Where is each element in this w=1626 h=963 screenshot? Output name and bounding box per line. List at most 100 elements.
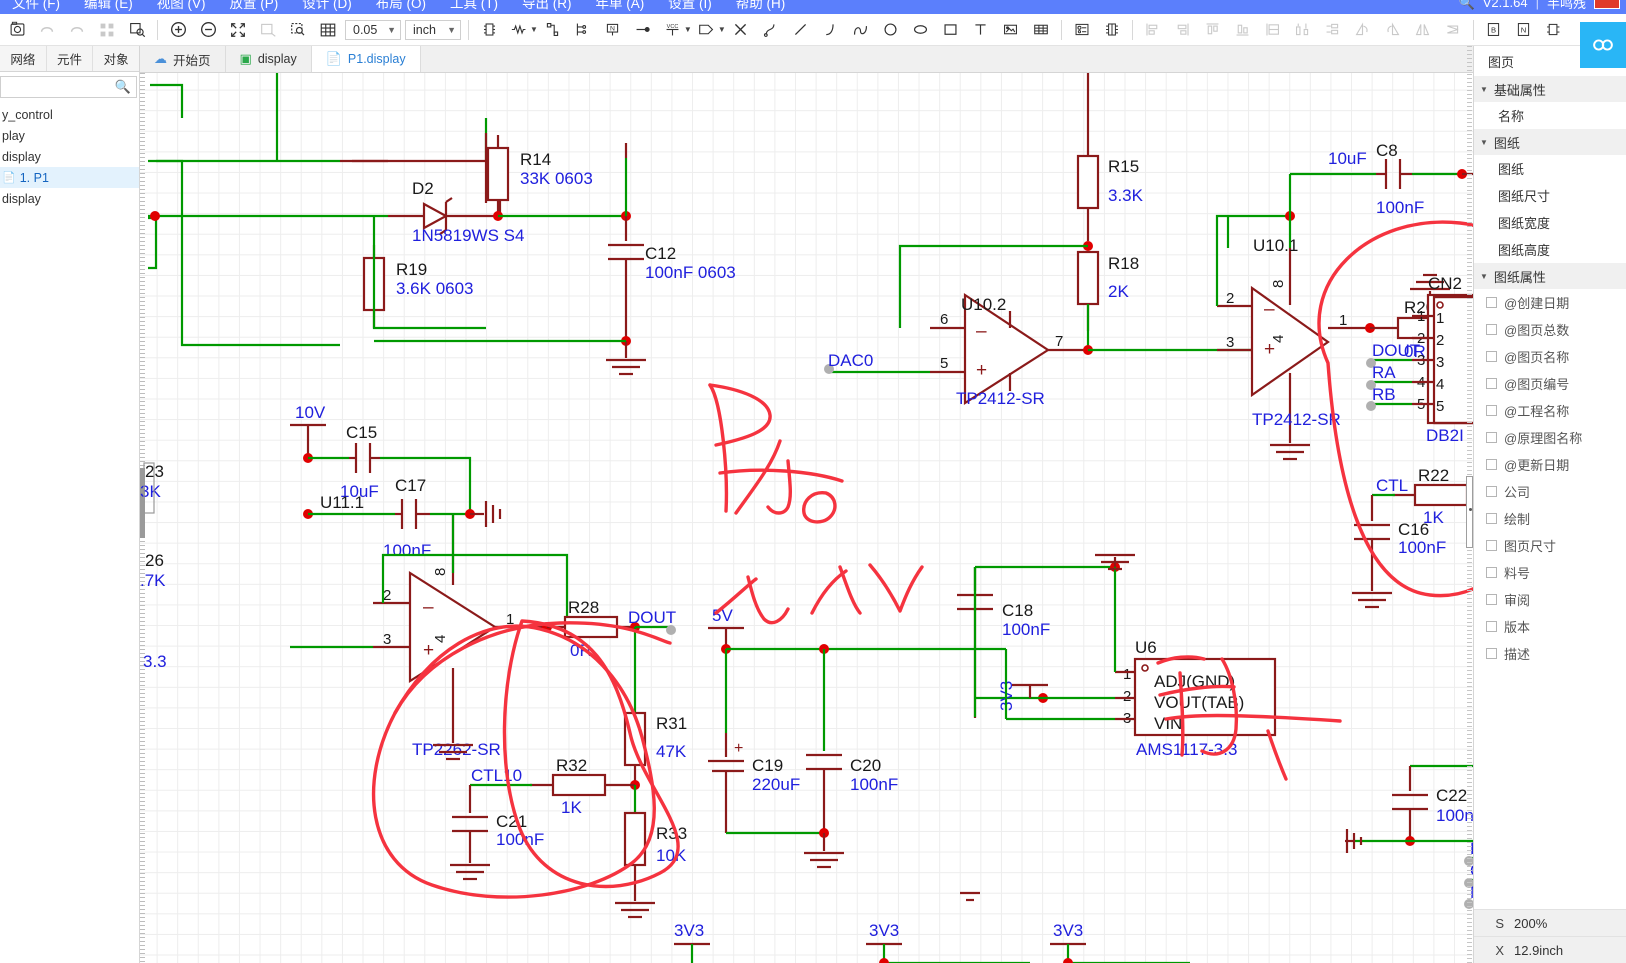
power-symbol-3V3-b2[interactable]: 3V3 xyxy=(866,921,902,963)
unit-select[interactable]: inch ▼ xyxy=(405,19,461,40)
grid-size-select[interactable]: 0.05 ▼ xyxy=(345,19,401,40)
search-input[interactable]: 🔍 xyxy=(0,76,137,98)
window-close-button[interactable] xyxy=(1594,0,1620,9)
edit-footprint-icon[interactable] xyxy=(1097,16,1127,44)
checkbox-box[interactable] xyxy=(1486,540,1497,551)
component-C12[interactable]: C12 100nF 0603 xyxy=(608,216,736,341)
checkbox-box[interactable] xyxy=(1486,405,1497,416)
draw-ellipse-icon[interactable] xyxy=(906,16,936,44)
draw-curve-icon[interactable] xyxy=(846,16,876,44)
undo-button[interactable] xyxy=(32,16,62,44)
checkbox-box[interactable] xyxy=(1486,486,1497,497)
insert-table-icon[interactable] xyxy=(1026,16,1056,44)
component-R15[interactable]: R15 3.3K xyxy=(1076,73,1144,241)
tree-item-2[interactable]: display xyxy=(0,146,139,167)
align-center-h-icon[interactable] xyxy=(1258,16,1288,44)
zoom-selection-button[interactable] xyxy=(253,16,283,44)
menu-item-design[interactable]: 设计 (D) xyxy=(290,0,364,14)
checkbox-page-size[interactable]: 图页尺寸 xyxy=(1474,532,1626,559)
component-R19[interactable]: R19 3.6K 0603 xyxy=(362,245,474,328)
section-header-sheet-props[interactable]: ▼ 图纸属性 xyxy=(1474,263,1626,289)
mirror-v-icon[interactable] xyxy=(1438,16,1468,44)
chevron-down-icon[interactable]: ▼ xyxy=(684,25,692,34)
tree-item-p1[interactable]: 📄 1. P1 xyxy=(0,167,139,188)
checkbox-description[interactable]: 描述 xyxy=(1474,640,1626,667)
property-name[interactable]: 名称 xyxy=(1474,102,1626,129)
power-symbol-5V[interactable]: 5V xyxy=(708,606,744,645)
redo-button[interactable] xyxy=(62,16,92,44)
tab-start-page[interactable]: ☁ 开始页 xyxy=(140,46,226,72)
checkbox-version[interactable]: 版本 xyxy=(1474,613,1626,640)
checkbox-drawn-by[interactable]: 绘制 xyxy=(1474,505,1626,532)
section-header-basic[interactable]: ▼ 基础属性 xyxy=(1474,76,1626,102)
select-similar-button[interactable] xyxy=(92,16,122,44)
pcb-convert-icon[interactable] xyxy=(1539,16,1569,44)
distribute-v-icon[interactable] xyxy=(1318,16,1348,44)
draw-circle-icon[interactable] xyxy=(876,16,906,44)
insert-image-icon[interactable] xyxy=(996,16,1026,44)
menu-item-tools[interactable]: 工具 (T) xyxy=(438,0,510,14)
checkbox-create-date[interactable]: @创建日期 xyxy=(1474,289,1626,316)
menu-item-bom[interactable]: 年单 (A) xyxy=(584,0,657,14)
checkbox-box[interactable] xyxy=(1486,513,1497,524)
draw-text-icon[interactable] xyxy=(966,16,996,44)
place-component-icon[interactable] xyxy=(474,16,504,44)
component-C22[interactable]: C22 100nF xyxy=(1392,766,1473,841)
checkbox-schematic-name[interactable]: @原理图名称 xyxy=(1474,424,1626,451)
bom-export-icon[interactable]: B xyxy=(1479,16,1509,44)
zoom-in-button[interactable] xyxy=(163,16,193,44)
mirror-h-icon[interactable] xyxy=(1408,16,1438,44)
menu-item-place[interactable]: 放置 (P) xyxy=(218,0,291,14)
menu-item-help[interactable]: 帮助 (H) xyxy=(724,0,798,14)
find-button[interactable] xyxy=(122,16,152,44)
schematic-canvas[interactable]: R14 33K 0603 D2 1N5819WS S4 R19 3.6K 060… xyxy=(140,73,1473,963)
netlabel-DAC0[interactable]: DAC0 xyxy=(824,351,930,374)
checkbox-review[interactable]: 审阅 xyxy=(1474,586,1626,613)
power-symbol-3V3-b1[interactable]: 3V3 xyxy=(674,921,710,963)
align-top-icon[interactable] xyxy=(1198,16,1228,44)
place-nocheck-icon[interactable] xyxy=(726,16,756,44)
checkbox-page-total[interactable]: @图页总数 xyxy=(1474,316,1626,343)
rotate-right-icon[interactable] xyxy=(1378,16,1408,44)
checkbox-box[interactable] xyxy=(1486,432,1497,443)
section-header-sheet[interactable]: ▼ 图纸 xyxy=(1474,129,1626,155)
tab-p1-display[interactable]: 📄 P1.display xyxy=(311,46,421,72)
menu-item-view[interactable]: 视图 (V) xyxy=(145,0,218,14)
checkbox-box[interactable] xyxy=(1486,378,1497,389)
menu-item-edit[interactable]: 编辑 (E) xyxy=(72,0,145,14)
tree-item-0[interactable]: y_control xyxy=(0,104,139,125)
checkbox-box[interactable] xyxy=(1486,567,1497,578)
component-C8[interactable]: 10uF C8 100nF xyxy=(1290,141,1424,217)
account-name[interactable]: 半鸣残 xyxy=(1547,0,1586,12)
snapshot-tool-button[interactable] xyxy=(2,16,32,44)
tab-network[interactable]: 网络 xyxy=(0,46,47,71)
draw-line-icon[interactable] xyxy=(786,16,816,44)
checkbox-box[interactable] xyxy=(1486,324,1497,335)
checkbox-update-date[interactable]: @更新日期 xyxy=(1474,451,1626,478)
component-C15[interactable]: C15 10uF xyxy=(308,423,380,501)
distribute-h-icon[interactable] xyxy=(1288,16,1318,44)
place-wire-icon[interactable] xyxy=(538,16,568,44)
checkbox-page-number[interactable]: @图页编号 xyxy=(1474,370,1626,397)
component-R32[interactable]: R32 1K xyxy=(530,756,635,817)
zoom-area-button[interactable] xyxy=(283,16,313,44)
align-bottom-icon[interactable] xyxy=(1228,16,1258,44)
app-logo-badge[interactable] xyxy=(1580,22,1626,68)
tab-display-project[interactable]: ▣ display xyxy=(225,46,312,72)
draw-rect-icon[interactable] xyxy=(936,16,966,44)
netlist-export-icon[interactable]: N xyxy=(1509,16,1539,44)
menu-item-settings[interactable]: 设置 (I) xyxy=(656,0,724,14)
draw-arc-icon[interactable] xyxy=(816,16,846,44)
property-sheet[interactable]: 图纸 xyxy=(1474,155,1626,182)
checkbox-box[interactable] xyxy=(1486,459,1497,470)
search-icon[interactable]: 🔍 xyxy=(1459,0,1475,11)
tab-component[interactable]: 元件 xyxy=(46,46,94,71)
zoom-out-button[interactable] xyxy=(193,16,223,44)
checkbox-project-name[interactable]: @工程名称 xyxy=(1474,397,1626,424)
tree-item-1[interactable]: play xyxy=(0,125,139,146)
right-panel-scroll-thumb[interactable] xyxy=(1466,476,1473,548)
rotate-left-icon[interactable] xyxy=(1348,16,1378,44)
power-symbol-10V[interactable]: 10V xyxy=(290,403,326,455)
place-netlabel-icon[interactable]: N xyxy=(598,16,628,44)
edit-symbol-icon[interactable] xyxy=(1067,16,1097,44)
